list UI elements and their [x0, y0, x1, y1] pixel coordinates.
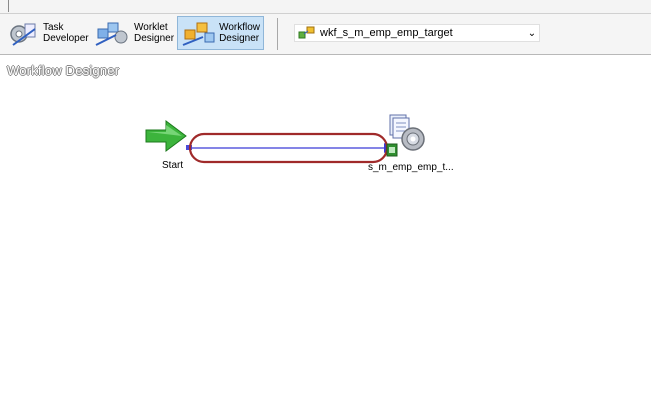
- session-gear-icon[interactable]: [386, 114, 425, 157]
- workflow-diagram: [145, 114, 425, 164]
- start-arrow-icon[interactable]: [145, 120, 187, 152]
- start-label: Start: [162, 160, 184, 171]
- workflow-link[interactable]: [186, 143, 394, 153]
- session-label: s_m_emp_emp_t...: [368, 162, 454, 173]
